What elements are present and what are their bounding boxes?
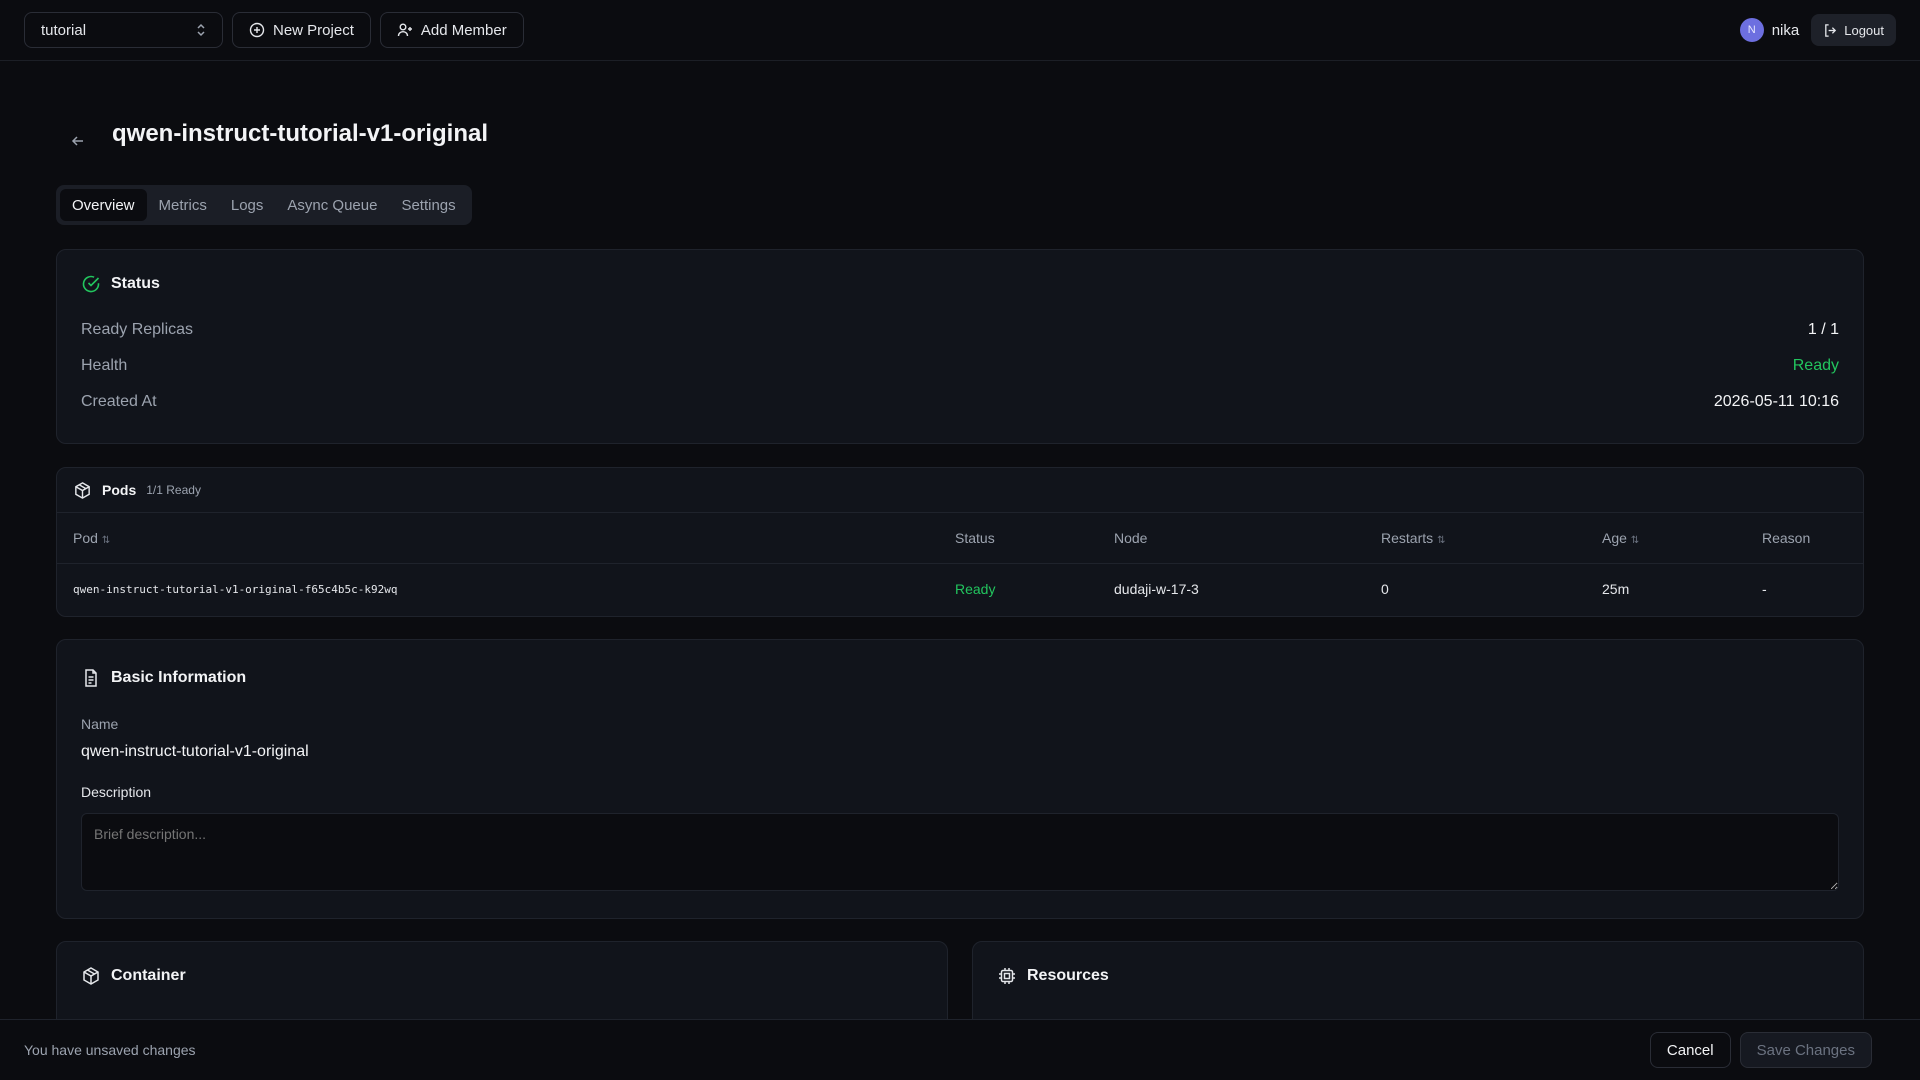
name-label: Name bbox=[81, 716, 119, 732]
user-area: N nika Logout bbox=[1739, 14, 1896, 46]
col-node: Node bbox=[1114, 513, 1381, 564]
tab-bar: Overview Metrics Logs Async Queue Settin… bbox=[56, 185, 472, 225]
pod-restarts: 0 bbox=[1381, 581, 1389, 598]
col-pod[interactable]: Pod ⇅ bbox=[57, 513, 955, 564]
col-restarts-label: Restarts bbox=[1381, 529, 1434, 546]
tab-overview[interactable]: Overview bbox=[60, 189, 147, 221]
sort-icon: ⇅ bbox=[101, 534, 111, 546]
col-node-label: Node bbox=[1114, 529, 1148, 546]
description-label: Description bbox=[81, 784, 152, 800]
new-project-button[interactable]: New Project bbox=[232, 12, 371, 48]
project-selector[interactable]: tutorial bbox=[24, 12, 223, 48]
top-bar: tutorial New Project Add Member N nika L… bbox=[0, 0, 1920, 61]
logout-icon bbox=[1825, 23, 1837, 37]
plus-circle-icon bbox=[249, 22, 265, 38]
pod-age: 25m bbox=[1602, 581, 1630, 598]
avatar[interactable]: N bbox=[1739, 18, 1764, 42]
unsaved-message: You have unsaved changes bbox=[24, 1042, 196, 1058]
status-card: Status Ready Replicas 1 / 1 Health Ready… bbox=[56, 249, 1864, 444]
sort-icon: ⇅ bbox=[1630, 534, 1640, 546]
ready-replicas-row: Ready Replicas 1 / 1 bbox=[81, 312, 1839, 348]
resources-title: Resources bbox=[1027, 967, 1109, 984]
pod-status: Ready bbox=[955, 581, 996, 598]
logout-label: Logout bbox=[1844, 22, 1884, 38]
page-title: qwen-instruct-tutorial-v1-original bbox=[112, 120, 489, 147]
new-project-label: New Project bbox=[273, 21, 354, 39]
health-value: Ready bbox=[1792, 357, 1839, 374]
pods-card: Pods 1/1 Ready Pod ⇅ Status Node Restarts… bbox=[56, 467, 1864, 617]
package-icon bbox=[75, 481, 90, 499]
container-heading: Container bbox=[81, 966, 923, 986]
created-at-label: Created At bbox=[81, 393, 157, 410]
col-age-label: Age bbox=[1602, 529, 1627, 546]
col-reason-label: Reason bbox=[1762, 529, 1811, 546]
health-row: Health Ready bbox=[81, 348, 1839, 384]
user-plus-icon bbox=[397, 23, 412, 37]
check-circle-icon bbox=[82, 275, 100, 293]
cancel-button[interactable]: Cancel bbox=[1649, 1032, 1731, 1068]
basic-info-heading: Basic Information bbox=[81, 668, 246, 688]
cpu-icon bbox=[999, 968, 1015, 984]
created-at-row: Created At 2026-05-11 10:16 bbox=[81, 384, 1839, 420]
col-status: Status bbox=[955, 513, 1114, 564]
username: nika bbox=[1771, 21, 1800, 39]
col-pod-label: Pod bbox=[73, 529, 98, 546]
name-value: qwen-instruct-tutorial-v1-original bbox=[81, 743, 309, 760]
col-status-label: Status bbox=[955, 529, 995, 546]
sort-icon: ⇅ bbox=[1437, 534, 1446, 546]
pods-summary: 1/1 Ready bbox=[146, 483, 201, 497]
pods-title: Pods bbox=[102, 482, 137, 498]
created-at-value: 2026-05-11 10:16 bbox=[1713, 393, 1839, 410]
add-member-label: Add Member bbox=[420, 21, 507, 39]
pod-name: qwen-instruct-tutorial-v1-original-f65c4… bbox=[73, 582, 398, 596]
package-icon bbox=[83, 967, 99, 985]
title-row: qwen-instruct-tutorial-v1-original bbox=[56, 117, 488, 151]
footer-actions: Cancel Save Changes bbox=[1649, 1032, 1872, 1068]
pods-table: Pod ⇅ Status Node Restarts ⇅ Age ⇅ Reason q… bbox=[57, 513, 1863, 615]
status-title: Status bbox=[111, 275, 160, 292]
pods-table-header: Pod ⇅ Status Node Restarts ⇅ Age ⇅ Reason bbox=[57, 513, 1863, 564]
document-icon bbox=[85, 669, 97, 687]
tab-metrics[interactable]: Metrics bbox=[147, 189, 219, 221]
arrow-left-icon[interactable] bbox=[68, 131, 88, 151]
basic-info-title: Basic Information bbox=[111, 669, 247, 686]
chevron-up-down-icon bbox=[196, 23, 206, 37]
ready-replicas-label: Ready Replicas bbox=[81, 321, 194, 338]
tab-async-queue[interactable]: Async Queue bbox=[275, 189, 389, 221]
status-heading: Status bbox=[81, 274, 1839, 294]
pods-heading: Pods 1/1 Ready bbox=[57, 468, 1863, 513]
tab-logs[interactable]: Logs bbox=[219, 189, 276, 221]
description-field[interactable] bbox=[81, 813, 1839, 891]
unsaved-changes-bar: You have unsaved changes Cancel Save Cha… bbox=[0, 1019, 1920, 1080]
col-reason: Reason bbox=[1762, 513, 1863, 564]
health-label: Health bbox=[81, 357, 128, 374]
ready-replicas-value: 1 / 1 bbox=[1807, 321, 1839, 338]
save-changes-button[interactable]: Save Changes bbox=[1739, 1032, 1872, 1068]
basic-info-card: Basic Information Name qwen-instruct-tut… bbox=[56, 639, 1864, 919]
container-title: Container bbox=[111, 967, 186, 984]
add-member-button[interactable]: Add Member bbox=[379, 12, 524, 48]
tab-settings[interactable]: Settings bbox=[389, 189, 467, 221]
col-age[interactable]: Age ⇅ bbox=[1602, 513, 1762, 564]
project-selector-value: tutorial bbox=[41, 21, 87, 39]
pod-node: dudaji-w-17-3 bbox=[1114, 581, 1199, 598]
table-row[interactable]: qwen-instruct-tutorial-v1-original-f65c4… bbox=[57, 563, 1863, 615]
resources-heading: Resources bbox=[997, 966, 1839, 986]
col-restarts[interactable]: Restarts ⇅ bbox=[1381, 513, 1602, 564]
logout-button[interactable]: Logout bbox=[1811, 14, 1896, 46]
pod-reason: - bbox=[1762, 581, 1767, 598]
